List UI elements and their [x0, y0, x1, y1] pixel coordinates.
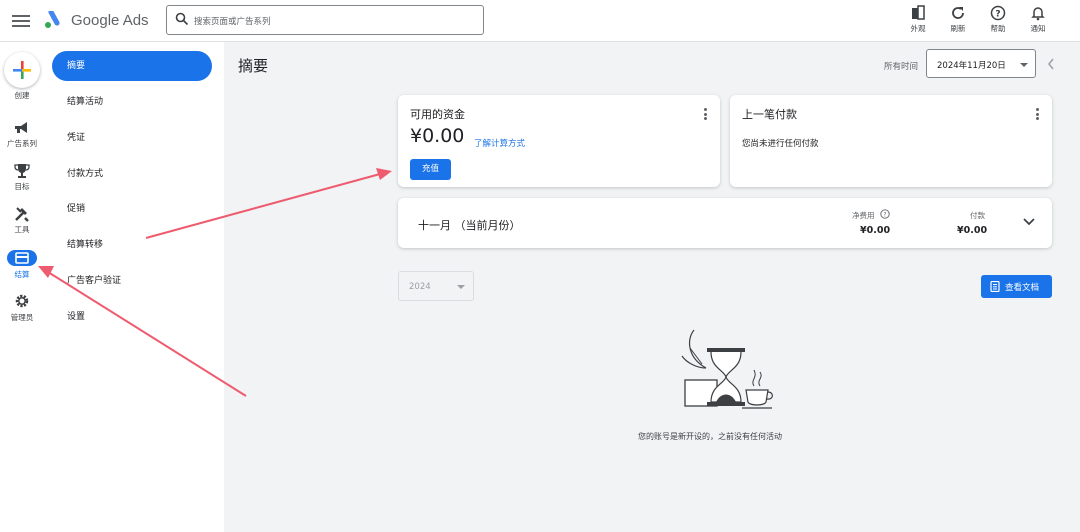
svg-text:?: ? [995, 10, 1000, 20]
current-month-title: 十一月 （当前月份） [418, 219, 521, 232]
nav-item-settings[interactable]: 设置 [52, 302, 212, 332]
add-funds-button[interactable]: 充值 [410, 159, 451, 180]
search-placeholder: 搜索页面或广告系列 [194, 17, 271, 27]
rail-label-goals[interactable]: 目标 [0, 181, 44, 192]
last-payment-message: 您尚未进行任何付款 [742, 139, 819, 149]
date-range-label: 所有时间 [884, 62, 919, 72]
view-documents-button[interactable]: 查看文档 [981, 275, 1052, 298]
appearance-icon [912, 5, 925, 20]
nav-item-payment-methods[interactable]: 付款方式 [52, 159, 212, 189]
rail-label-campaigns[interactable]: 广告系列 [0, 138, 44, 149]
chevron-left-icon[interactable] [1046, 57, 1056, 71]
net-cost-label: 净费用 [852, 211, 875, 220]
refresh-button[interactable]: 刷新 [946, 5, 970, 34]
current-month-card[interactable]: 十一月 （当前月份） 净费用 ? ¥0.00 付款 ¥0.00 [398, 198, 1052, 248]
more-vert-icon[interactable] [1036, 107, 1040, 121]
date-range-select[interactable]: 2024年11月20日 [926, 49, 1036, 78]
gear-icon[interactable] [13, 293, 31, 309]
view-documents-label: 查看文档 [1005, 283, 1040, 293]
available-funds-amount: ¥0.00 [410, 125, 465, 147]
year-select[interactable]: 2024 [398, 271, 474, 301]
expand-more-icon[interactable] [1022, 217, 1036, 227]
page-title: 摘要 [238, 57, 269, 75]
nav-item-documents[interactable]: 凭证 [52, 123, 212, 153]
rail-label-tools[interactable]: 工具 [0, 224, 44, 235]
chevron-down-icon [1020, 63, 1028, 67]
megaphone-icon[interactable] [13, 120, 31, 136]
payment-value: ¥0.00 [957, 225, 988, 236]
help-icon: ? [990, 5, 1006, 21]
appearance-button[interactable]: 外观 [906, 5, 930, 34]
last-payment-title: 上一笔付款 [742, 108, 797, 121]
nav-item-summary[interactable]: 摘要 [52, 51, 212, 81]
search-input[interactable]: 搜索页面或广告系列 [166, 5, 484, 35]
more-vert-icon[interactable] [704, 107, 708, 121]
document-icon [990, 281, 1000, 292]
refresh-icon [952, 7, 964, 19]
app-logo-text: Google Ads [71, 12, 149, 29]
available-funds-title: 可用的资金 [410, 108, 465, 121]
hourglass-illustration-icon [681, 329, 773, 409]
help-outline-icon[interactable]: ? [880, 209, 890, 219]
left-rail: 创建 广告系列 目标 工具 结算 管理员 [0, 42, 44, 532]
nav-item-advertiser-verification[interactable]: 广告客户验证 [52, 266, 212, 296]
rail-label-create: 创建 [14, 91, 30, 100]
year-select-value: 2024 [409, 282, 431, 292]
billing-icon[interactable] [13, 250, 31, 266]
payment-label: 付款 [970, 211, 985, 220]
google-ads-logo-icon[interactable] [44, 11, 64, 29]
date-range-value: 2024年11月20日 [937, 61, 1006, 71]
nav-item-billing-activity[interactable]: 结算活动 [52, 87, 212, 117]
tools-icon[interactable] [13, 206, 31, 222]
search-icon [175, 12, 189, 26]
help-button[interactable]: ? 帮助 [986, 5, 1010, 34]
trophy-icon[interactable] [13, 163, 31, 179]
nav-item-promotions[interactable]: 促销 [52, 194, 212, 224]
rail-label-billing[interactable]: 结算 [0, 269, 44, 280]
empty-state-message: 您的账号是新开设的，之前没有任何活动 [638, 432, 782, 441]
net-cost-value: ¥0.00 [860, 225, 891, 236]
learn-calculation-link[interactable]: 了解计算方式 [474, 137, 525, 149]
create-button[interactable] [4, 52, 40, 88]
arrowhead-icon [376, 168, 392, 180]
available-funds-card: 可用的资金 ¥0.00 了解计算方式 充值 [398, 95, 720, 187]
chevron-down-icon [457, 285, 465, 289]
plus-icon [13, 61, 31, 79]
last-payment-card: 上一笔付款 您尚未进行任何付款 [730, 95, 1052, 187]
menu-icon[interactable] [12, 12, 30, 30]
bell-icon [1031, 7, 1045, 21]
nav-item-billing-transfer[interactable]: 结算转移 [52, 230, 212, 260]
rail-label-admin[interactable]: 管理员 [0, 312, 44, 323]
billing-nav: 摘要 结算活动 凭证 付款方式 促销 结算转移 广告客户验证 设置 [44, 42, 224, 532]
svg-text:?: ? [883, 212, 886, 219]
top-bar: Google Ads 搜索页面或广告系列 外观 刷新 ? 帮助 通知 [0, 0, 1080, 42]
notifications-button[interactable]: 通知 [1026, 5, 1050, 34]
